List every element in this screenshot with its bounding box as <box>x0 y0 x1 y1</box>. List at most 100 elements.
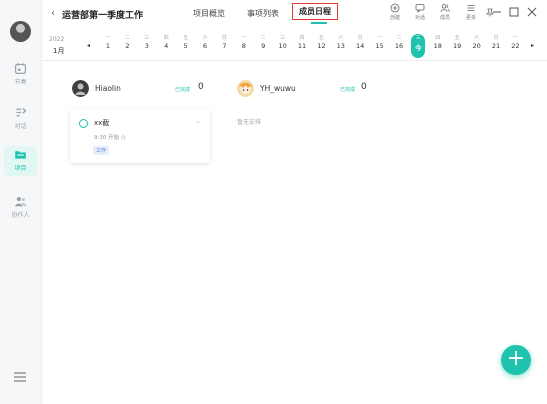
add-task-button[interactable]: + <box>501 345 531 375</box>
task-card[interactable]: xx截 ⌄ 9:30 开始 ◷ 工作 <box>70 109 210 163</box>
avatar[interactable] <box>237 80 254 97</box>
day-item[interactable]: 六 20 <box>470 34 484 51</box>
more-label: 更多 <box>465 15 476 21</box>
day-item[interactable]: 五 12 <box>314 34 328 51</box>
tab-item-list[interactable]: 事项列表 <box>247 8 279 19</box>
create-button[interactable]: 创建 <box>385 3 405 21</box>
chat-button[interactable]: 对话 <box>410 3 430 21</box>
day-item[interactable]: 三3 <box>140 34 154 51</box>
more-icon <box>467 5 475 11</box>
sidebar-item-chat[interactable]: 对话 <box>4 104 37 134</box>
day-number: 3 <box>144 42 149 50</box>
weekday-label: 六 <box>474 35 480 41</box>
weekday-label: 三 <box>415 35 421 41</box>
day-number: 5 <box>183 42 188 50</box>
day-item[interactable]: 一 22 <box>508 34 522 51</box>
menu-icon[interactable] <box>13 370 27 384</box>
day-item[interactable]: 三 10 <box>276 34 290 51</box>
weekday-label: 五 <box>454 35 460 41</box>
sidebar-item-label: 对话 <box>14 123 27 130</box>
day-number: 4 <box>164 42 169 50</box>
weekday-label: 二 <box>260 35 266 41</box>
day-item[interactable]: 五5 <box>179 34 193 51</box>
plus-circle-icon <box>390 3 400 13</box>
day-item[interactable]: 一 15 <box>373 34 387 51</box>
day-number: 15 <box>375 42 384 50</box>
day-number: 2 <box>125 42 130 50</box>
done-count: 0 <box>198 82 204 92</box>
close-icon[interactable] <box>527 7 537 17</box>
day-number: 13 <box>336 42 345 50</box>
sidebar: 节奏 对话 项目 协作人 <box>0 0 42 404</box>
day-item[interactable]: 二 16 <box>392 34 406 51</box>
day-number: 12 <box>317 42 326 50</box>
weekday-label: 三 <box>280 35 286 41</box>
day-number: 18 <box>433 42 442 50</box>
day-number: 今 <box>415 44 422 52</box>
task-time-text: 9:30 开始 <box>94 135 120 141</box>
back-arrow-icon[interactable]: ‹ <box>51 8 55 19</box>
sidebar-item-label: 项目 <box>14 165 27 172</box>
day-item[interactable]: 二2 <box>120 34 134 51</box>
maximize-icon[interactable] <box>509 7 519 17</box>
sidebar-item-collaborators[interactable]: 协作人 <box>4 193 37 223</box>
done-label: 已完成 <box>340 87 356 93</box>
page-title: 运营部第一季度工作 <box>62 11 144 21</box>
weekday-label: 日 <box>357 35 363 41</box>
members-label: 成员 <box>439 15 450 21</box>
date-strip: 2022 1月 ◂ 一 1 二 2 三 3 四 4 五 5 六 6 日 7 一 8 二 9 三 10 四 11 五 12 六 13… <box>41 33 547 61</box>
user-avatar[interactable] <box>10 21 31 42</box>
done-label: 已完成 <box>175 87 191 93</box>
day-item[interactable]: 日7 <box>217 34 231 51</box>
member-name: YH_wuwu <box>260 84 296 93</box>
sidebar-item-project[interactable]: 项目 <box>4 146 37 176</box>
day-number: 14 <box>356 42 365 50</box>
weekday-label: 六 <box>202 35 208 41</box>
members-button[interactable]: 成员 <box>435 3 455 21</box>
day-number: 11 <box>297 42 307 50</box>
prev-week-icon[interactable]: ◂ <box>87 42 90 49</box>
clock-icon: ◷ <box>120 135 126 141</box>
chat-label: 对话 <box>414 15 425 21</box>
tab-member-schedule[interactable]: 成员日程 <box>292 3 338 24</box>
day-number: 1 <box>105 42 111 50</box>
weekday-label: 一 <box>105 35 111 41</box>
weekday-label: 六 <box>338 35 344 41</box>
day-number: 16 <box>394 42 404 50</box>
day-item[interactable]: 日 14 <box>353 34 367 51</box>
weekday-label: 一 <box>377 35 383 41</box>
weekday-label: 四 <box>163 35 169 41</box>
day-item[interactable]: 六6 <box>198 34 212 51</box>
weekday-label: 一 <box>512 35 518 41</box>
day-item[interactable]: 四 11 <box>295 34 309 51</box>
task-time: 9:30 开始 ◷ <box>94 133 126 141</box>
tab-project-overview[interactable]: 项目概览 <box>193 8 225 19</box>
more-button[interactable]: 更多 <box>461 3 481 21</box>
day-item[interactable]: 四4 <box>159 34 173 51</box>
task-checkbox[interactable] <box>79 119 88 128</box>
minimize-icon[interactable] <box>492 7 502 17</box>
month-selector[interactable]: 1月 <box>53 46 64 56</box>
day-item[interactable]: 四 18 <box>431 34 445 51</box>
people-icon <box>15 196 27 207</box>
day-item[interactable]: 一1 <box>101 34 115 51</box>
weekday-label: 五 <box>318 35 324 41</box>
day-item[interactable]: 一8 <box>237 34 251 51</box>
day-item[interactable]: 日 21 <box>489 34 503 51</box>
day-number: 8 <box>241 42 246 50</box>
day-item[interactable]: 五 19 <box>450 34 464 51</box>
day-item[interactable]: 六 13 <box>334 34 348 51</box>
day-item[interactable]: 三今 <box>411 34 426 58</box>
avatar[interactable] <box>72 80 89 97</box>
day-number: 9 <box>261 42 266 50</box>
members-icon <box>440 4 450 13</box>
chevron-down-icon[interactable]: ⌄ <box>195 117 201 125</box>
weekday-label: 四 <box>435 35 441 41</box>
next-week-icon[interactable]: ▸ <box>531 42 534 49</box>
day-item[interactable]: 二9 <box>256 34 270 51</box>
day-number: 10 <box>278 42 287 50</box>
day-number: 6 <box>202 42 208 50</box>
sidebar-item-rhythm[interactable]: 节奏 <box>4 60 37 90</box>
calendar-icon <box>15 63 26 74</box>
task-title: xx截 <box>94 119 110 127</box>
